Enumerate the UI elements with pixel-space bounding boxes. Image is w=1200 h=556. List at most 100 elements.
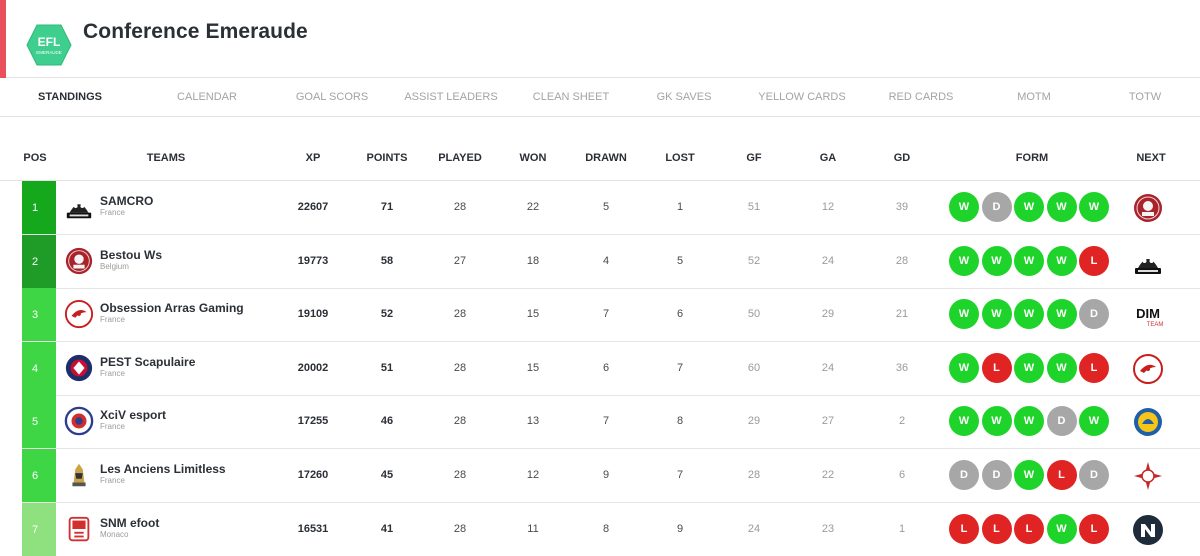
lost-cell: 7 <box>676 362 684 374</box>
form-result-badge: W <box>1046 192 1077 222</box>
played-cell: 28 <box>453 469 467 481</box>
gd-cell: 39 <box>895 201 909 213</box>
gf-cell: 60 <box>747 362 761 374</box>
team-country: France <box>100 476 125 485</box>
form-result-badge: W <box>949 299 979 329</box>
won-cell: 11 <box>527 523 539 535</box>
table-row[interactable]: 1 SAMCRO France 22607 71 28 22 5 1 51 12 39 W D W W W <box>22 181 1200 235</box>
lost-cell: 5 <box>676 255 684 267</box>
gd-cell: 36 <box>895 362 909 374</box>
tab-goal-scors[interactable]: GOAL SCORS <box>296 91 368 103</box>
played-cell: 28 <box>453 362 467 374</box>
form-result-badge: D <box>981 460 1012 490</box>
table-row[interactable]: 7 SNM efoot Monaco 16531 41 28 11 8 9 24 23 1 L L L W L <box>22 503 1200 556</box>
team-name[interactable]: Les Anciens Limitless <box>100 462 226 476</box>
gf-cell: 52 <box>747 255 761 267</box>
tab-assist-leaders[interactable]: ASSIST LEADERS <box>404 91 497 103</box>
position-cell: 1 <box>22 181 56 234</box>
team-name[interactable]: SAMCRO <box>100 194 153 208</box>
xp-cell: 17255 <box>297 415 329 427</box>
drawn-cell: 9 <box>602 469 610 481</box>
drawn-cell: 7 <box>602 415 610 427</box>
page-header: EFL EMERAUDE Conference Emeraude <box>0 0 1200 78</box>
team-name[interactable]: Obsession Arras Gaming <box>100 301 244 315</box>
position-cell: 5 <box>22 395 56 448</box>
form-result-badge: W <box>949 246 979 276</box>
page-title: Conference Emeraude <box>83 20 308 43</box>
table-header: POS TEAMS XP POINTS PLAYED WON DRAWN LOS… <box>0 117 1200 181</box>
points-cell: 45 <box>380 469 394 481</box>
team-name[interactable]: SNM efoot <box>100 516 159 530</box>
form-result-badge: W <box>1046 353 1077 383</box>
points-cell: 51 <box>380 362 394 374</box>
obsession-arras-icon[interactable] <box>1132 353 1164 385</box>
dim-team-icon[interactable]: DIM TEAM <box>1132 299 1164 331</box>
les-anciens-limitless-icon <box>64 460 94 490</box>
helmet-crest-icon[interactable] <box>1132 406 1164 438</box>
won-cell: 22 <box>526 201 540 213</box>
lost-cell: 6 <box>676 308 684 320</box>
played-cell: 28 <box>453 523 467 535</box>
form-result-badge: L <box>1046 460 1077 490</box>
points-cell: 41 <box>380 523 394 535</box>
form-result-badge: L <box>981 353 1012 383</box>
fc-star-icon[interactable] <box>1132 460 1164 492</box>
logo-subtext: EMERAUDE <box>36 50 62 55</box>
col-lost-header: LOST <box>665 152 695 164</box>
form-guide: DDWLD <box>949 460 1109 492</box>
form-result-badge: W <box>1046 299 1077 329</box>
team-country: France <box>100 369 125 378</box>
lost-cell: 9 <box>676 523 684 535</box>
tab-yellow-cards[interactable]: YELLOW CARDS <box>758 91 845 103</box>
gd-cell: 21 <box>895 308 909 320</box>
ga-cell: 22 <box>821 469 835 481</box>
xp-cell: 16531 <box>297 523 329 535</box>
team-name[interactable]: PEST Scapulaire <box>100 355 195 369</box>
gf-cell: 51 <box>747 201 761 213</box>
samcro-skull-icon[interactable] <box>1132 246 1164 278</box>
form-result-badge: L <box>1079 246 1109 276</box>
team-name[interactable]: Bestou Ws <box>100 248 162 262</box>
tab-totw[interactable]: TOTW <box>1129 91 1161 103</box>
xp-cell: 19109 <box>297 308 329 320</box>
bestou-ws-icon[interactable] <box>1132 192 1164 224</box>
played-cell: 28 <box>453 308 467 320</box>
snm-efoot-icon <box>64 514 94 544</box>
won-cell: 15 <box>526 362 540 374</box>
table-row[interactable]: 6 Les Anciens Limitless France 17260 45 28 12 9… <box>22 449 1200 503</box>
table-row[interactable]: 4 PEST Scapulaire France 20002 51 28 15 6 7 60 24 3… <box>22 342 1200 396</box>
team-country: France <box>100 208 125 217</box>
form-result-badge: D <box>1079 460 1109 490</box>
obsession-arras-icon <box>64 299 94 329</box>
table-row[interactable]: 5 XciV esport France 17255 46 28 13 7 8 29 27 2 W W W D… <box>22 395 1200 449</box>
team-name[interactable]: XciV esport <box>100 408 166 422</box>
col-won-header: WON <box>519 152 547 164</box>
played-cell: 28 <box>453 415 467 427</box>
efl-league-logo: EFL EMERAUDE <box>26 24 72 66</box>
won-cell: 13 <box>526 415 540 427</box>
form-result-badge: W <box>1014 299 1044 329</box>
position-cell: 7 <box>22 503 56 556</box>
form-result-badge: W <box>981 299 1012 329</box>
form-result-badge: L <box>949 514 979 544</box>
tab-gk-saves[interactable]: GK SAVES <box>657 91 712 103</box>
n-logo-icon[interactable] <box>1132 514 1164 546</box>
tab-clean-sheet[interactable]: CLEAN SHEET <box>533 91 609 103</box>
lost-cell: 7 <box>676 469 684 481</box>
won-cell: 12 <box>526 469 540 481</box>
form-guide: LLLWL <box>949 514 1109 546</box>
form-result-badge: W <box>1014 353 1044 383</box>
gd-cell: 6 <box>898 469 906 481</box>
tab-standings[interactable]: STANDINGS <box>38 91 102 103</box>
won-cell: 15 <box>526 308 540 320</box>
tab-calendar[interactable]: CALENDAR <box>177 91 237 103</box>
pest-scapulaire-icon <box>64 353 94 383</box>
team-country: France <box>100 315 125 324</box>
drawn-cell: 5 <box>602 201 610 213</box>
col-gf-header: GF <box>746 152 762 164</box>
table-row[interactable]: 3 Obsession Arras Gaming France 19109 52 28 15… <box>22 288 1200 342</box>
drawn-cell: 8 <box>602 523 610 535</box>
table-row[interactable]: 2 Bestou Ws Belgium 19773 58 27 18 4 5 52 24 28 W W W W… <box>22 235 1200 289</box>
tab-motm[interactable]: MOTM <box>1017 91 1051 103</box>
tab-red-cards[interactable]: RED CARDS <box>889 91 954 103</box>
